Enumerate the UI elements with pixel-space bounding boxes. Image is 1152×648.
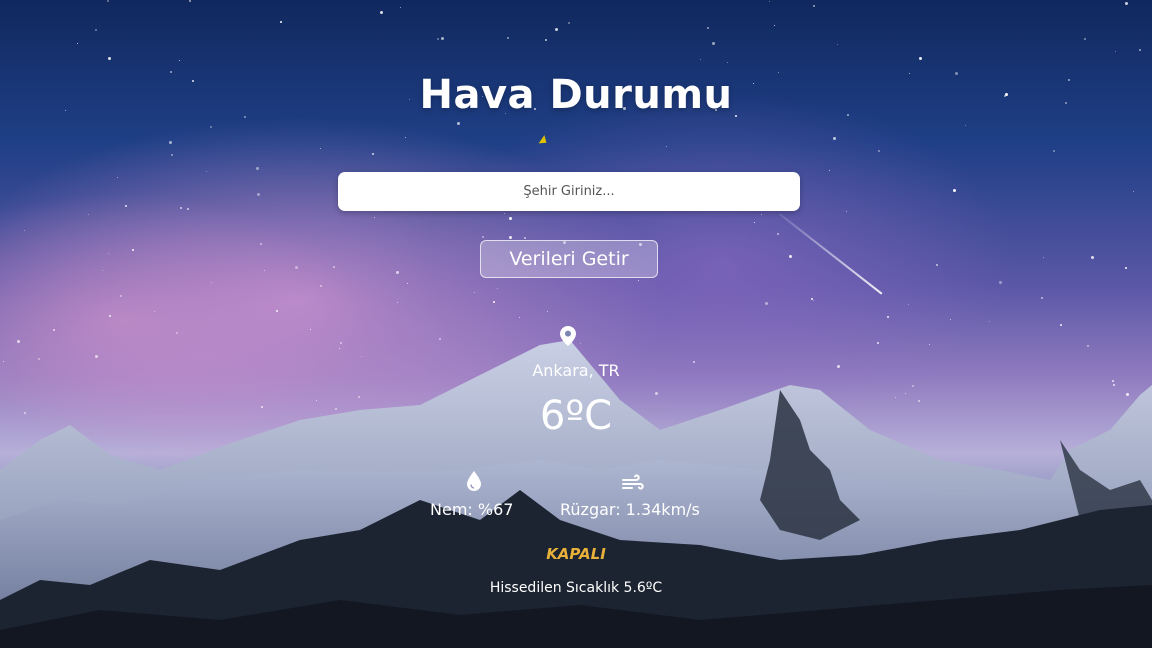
map-pin-icon — [560, 326, 576, 346]
water-drop-icon — [467, 471, 481, 491]
feels-like-value: Hissedilen Sıcaklık 5.6ºC — [489, 580, 663, 596]
wind-icon — [622, 474, 644, 490]
humidity-value: Nem: %67 — [430, 500, 514, 519]
fetch-data-button[interactable]: Verileri Getir — [480, 240, 658, 278]
city-search-input[interactable] — [338, 172, 800, 211]
wind-speed-value: Rüzgar: 1.34km/s — [560, 500, 700, 519]
temperature-value: 6ºC — [539, 393, 613, 439]
location-label: Ankara, TR — [532, 361, 620, 380]
weather-description: KAPALI — [546, 545, 606, 563]
app-title: Hava Durumu — [419, 72, 733, 118]
